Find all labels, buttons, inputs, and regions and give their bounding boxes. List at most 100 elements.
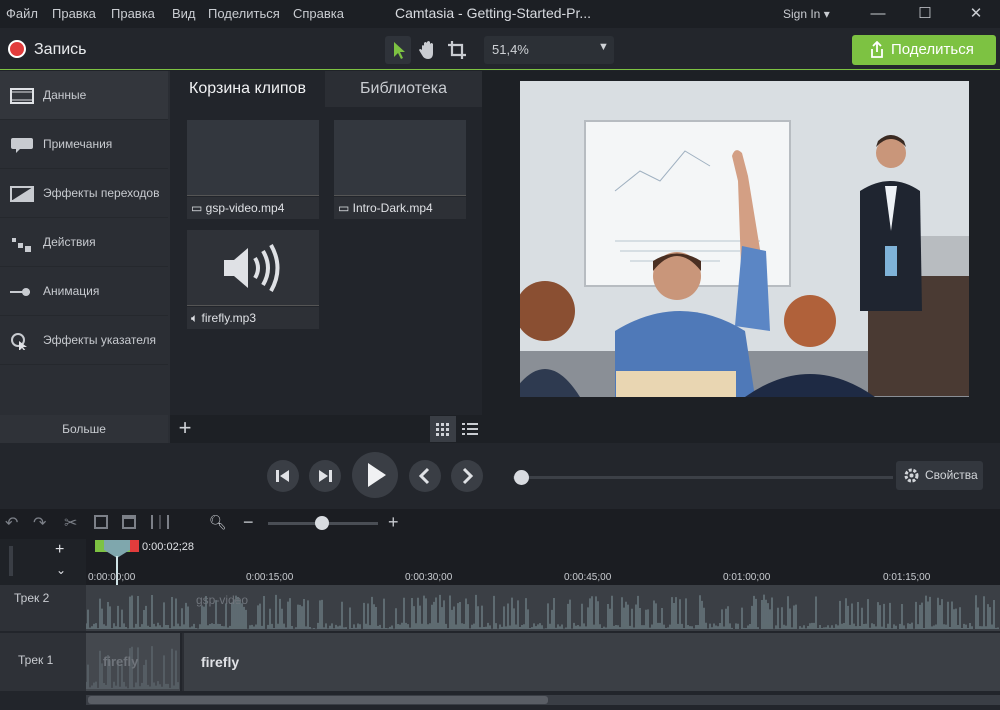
chevron-right-icon [462,467,474,485]
tool-label: Примечания [43,137,113,151]
track-2-header[interactable]: Трек 2 [0,585,86,631]
tab-library[interactable]: Библиотека [325,71,482,107]
clip-thumbnail[interactable]: 🔈︎ firefly.mp3 [187,230,319,330]
track-1-header[interactable]: Трек 1 [0,633,86,691]
clip-thumbnail[interactable]: ▭ gsp-video.mp4 [187,120,319,220]
ruler-tick-label: 0:01:15;00 [883,572,931,583]
properties-button[interactable]: Свойства [896,461,983,490]
menu-modify[interactable]: Правка [111,6,155,21]
tab-media-bin[interactable]: Корзина клипов [170,71,325,107]
record-icon[interactable] [8,40,26,58]
speaker-icon [224,244,280,292]
add-media-icon[interactable]: + [174,416,196,440]
clip-label: firefly [201,654,240,670]
track-2-clip[interactable]: gsp-video [85,585,1000,631]
menu-edit[interactable]: Правка [52,6,96,21]
sign-in-button[interactable]: Sign In ▾ [783,7,830,21]
pan-tool-button[interactable] [414,36,440,64]
zoom-select[interactable]: 51,4% ▼ [484,36,614,64]
crop-tool-button[interactable] [443,36,469,64]
step-back-button[interactable] [267,460,299,492]
cut-icon[interactable]: ✂ [64,513,77,533]
menu-help[interactable]: Справка [293,6,344,21]
tool-label: Эффекты указателя [43,333,156,347]
clip-name: gsp-video.mp4 [205,201,285,215]
tool-behaviors[interactable]: Действия [0,218,168,267]
track-1-clip-a[interactable]: firefly [85,633,180,691]
menu-file[interactable]: Файл [6,6,38,21]
track-label: Трек 1 [18,653,54,667]
share-button[interactable]: Поделиться [852,35,996,65]
zoom-out-icon[interactable]: − [243,512,254,533]
clip-label: firefly [103,654,139,669]
animation-icon [10,288,30,296]
maximize-button[interactable]: ☐ [914,4,936,24]
selection-end-marker[interactable] [130,540,139,552]
paste-icon[interactable] [122,515,136,529]
close-button[interactable]: ✕ [965,4,987,24]
share-icon [871,41,883,58]
next-button[interactable] [451,460,483,492]
clip-thumbnail[interactable]: ▭ Intro-Dark.mp4 [334,120,466,220]
grid-icon [436,423,449,436]
step-forward-icon [319,470,332,482]
timeline-scroll-thumb[interactable] [88,696,548,704]
minimize-button[interactable]: — [867,4,889,24]
properties-label: Свойства [925,468,978,482]
video-preview[interactable] [520,81,969,397]
chevron-left-icon [418,467,430,485]
redo-icon[interactable]: ↷ [33,513,46,533]
tool-animations[interactable]: Анимация [0,267,168,316]
list-icon [462,423,478,435]
more-button[interactable]: Больше [0,415,168,443]
video-file-icon: ▭ [191,201,206,215]
chevron-down-icon[interactable]: ⌄ [56,563,66,577]
step-forward-button[interactable] [309,460,341,492]
playback-scrubber[interactable] [513,476,893,479]
split-icon[interactable] [151,515,169,529]
hand-icon [419,41,433,59]
menu-view[interactable]: Вид [172,6,196,21]
select-tool-button[interactable] [385,36,411,64]
playhead-time: 0:00:02;28 [142,541,194,553]
zoom-search-icon: 🔍︎ [209,514,227,530]
tool-label: Данные [43,88,87,102]
clip-preview [334,120,466,196]
tool-annotations[interactable]: Примечания [0,120,168,169]
timeline-zoom-knob[interactable] [315,516,329,530]
clip-name: firefly.mp3 [201,311,257,325]
tool-media[interactable]: Данные [0,71,168,120]
previous-button[interactable] [409,460,441,492]
chevron-down-icon: ▼ [598,41,609,53]
undo-icon[interactable]: ↶ [5,513,18,533]
add-track-icon[interactable]: + [55,541,64,559]
grid-view-button[interactable] [430,416,456,442]
audio-waveform [85,594,999,629]
clip-label: gsp-video [196,593,249,607]
transition-icon [10,186,34,202]
tool-transitions[interactable]: Эффекты переходов [0,169,168,218]
track-height-slider[interactable] [9,546,13,576]
clip-preview [187,120,319,196]
scrubber-knob[interactable] [514,470,529,485]
ruler-tick-label: 0:00:00;00 [88,572,136,583]
clip-caption: ▭ gsp-video.mp4 [187,197,319,219]
cursor-effect-icon [11,333,27,350]
tool-cursor-effects[interactable]: Эффекты указателя [0,316,168,365]
media-icon [10,88,34,104]
zoom-value: 51,4% [492,42,529,57]
video-file-icon: ▭ [338,201,353,215]
arrow-pointer-icon [394,42,405,59]
zoom-in-icon[interactable]: + [388,512,399,533]
track-1-clip-b[interactable]: firefly [182,633,1000,691]
copy-icon[interactable] [94,515,108,529]
play-button[interactable] [352,452,398,498]
tool-label: Анимация [43,284,100,298]
behavior-icon [12,238,31,252]
window-title: Camtasia - Getting-Started-Pr... [395,5,592,21]
list-view-button[interactable] [458,416,482,442]
tool-label: Эффекты переходов [43,186,160,200]
record-button-label[interactable]: Запись [34,41,87,59]
step-back-icon [276,470,289,482]
menu-share[interactable]: Поделиться [208,6,280,21]
